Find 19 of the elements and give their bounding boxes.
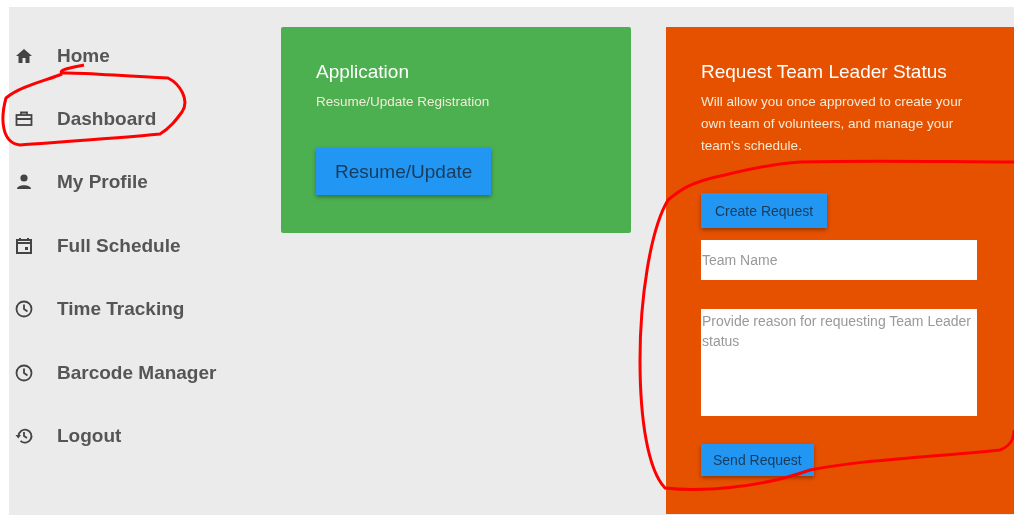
reason-field[interactable]: Provide reason for requesting Team Leader status [701,309,977,416]
resume-button[interactable]: Resume/Update [316,148,492,195]
nav-item[interactable]: Time Tracking [9,277,258,341]
card-description: Will allow you once approved to create your own team of volunteers, and manage your team's schedule. [701,93,964,155]
send-request-button[interactable]: Send Request [701,444,814,476]
team-name-field[interactable]: Team Name [701,240,977,280]
nav-item[interactable]: Dashboard [9,87,258,151]
calendar-icon [14,235,34,256]
card-title: Application [316,60,409,84]
card-subtitle: Resume/Update Registration [316,93,490,111]
nav-item[interactable]: Full Schedule [9,214,258,278]
nav-item[interactable]: Logout [9,404,258,468]
nav-item[interactable]: Home [9,24,258,88]
nav-item[interactable]: Barcode Manager [9,340,258,405]
nav-item[interactable]: My Profile [9,150,258,215]
card-title: Request Team Leader Status [701,60,947,84]
create-request-button[interactable]: Create Request [701,193,828,228]
clock-icon [14,362,34,383]
clock-icon [14,299,34,320]
